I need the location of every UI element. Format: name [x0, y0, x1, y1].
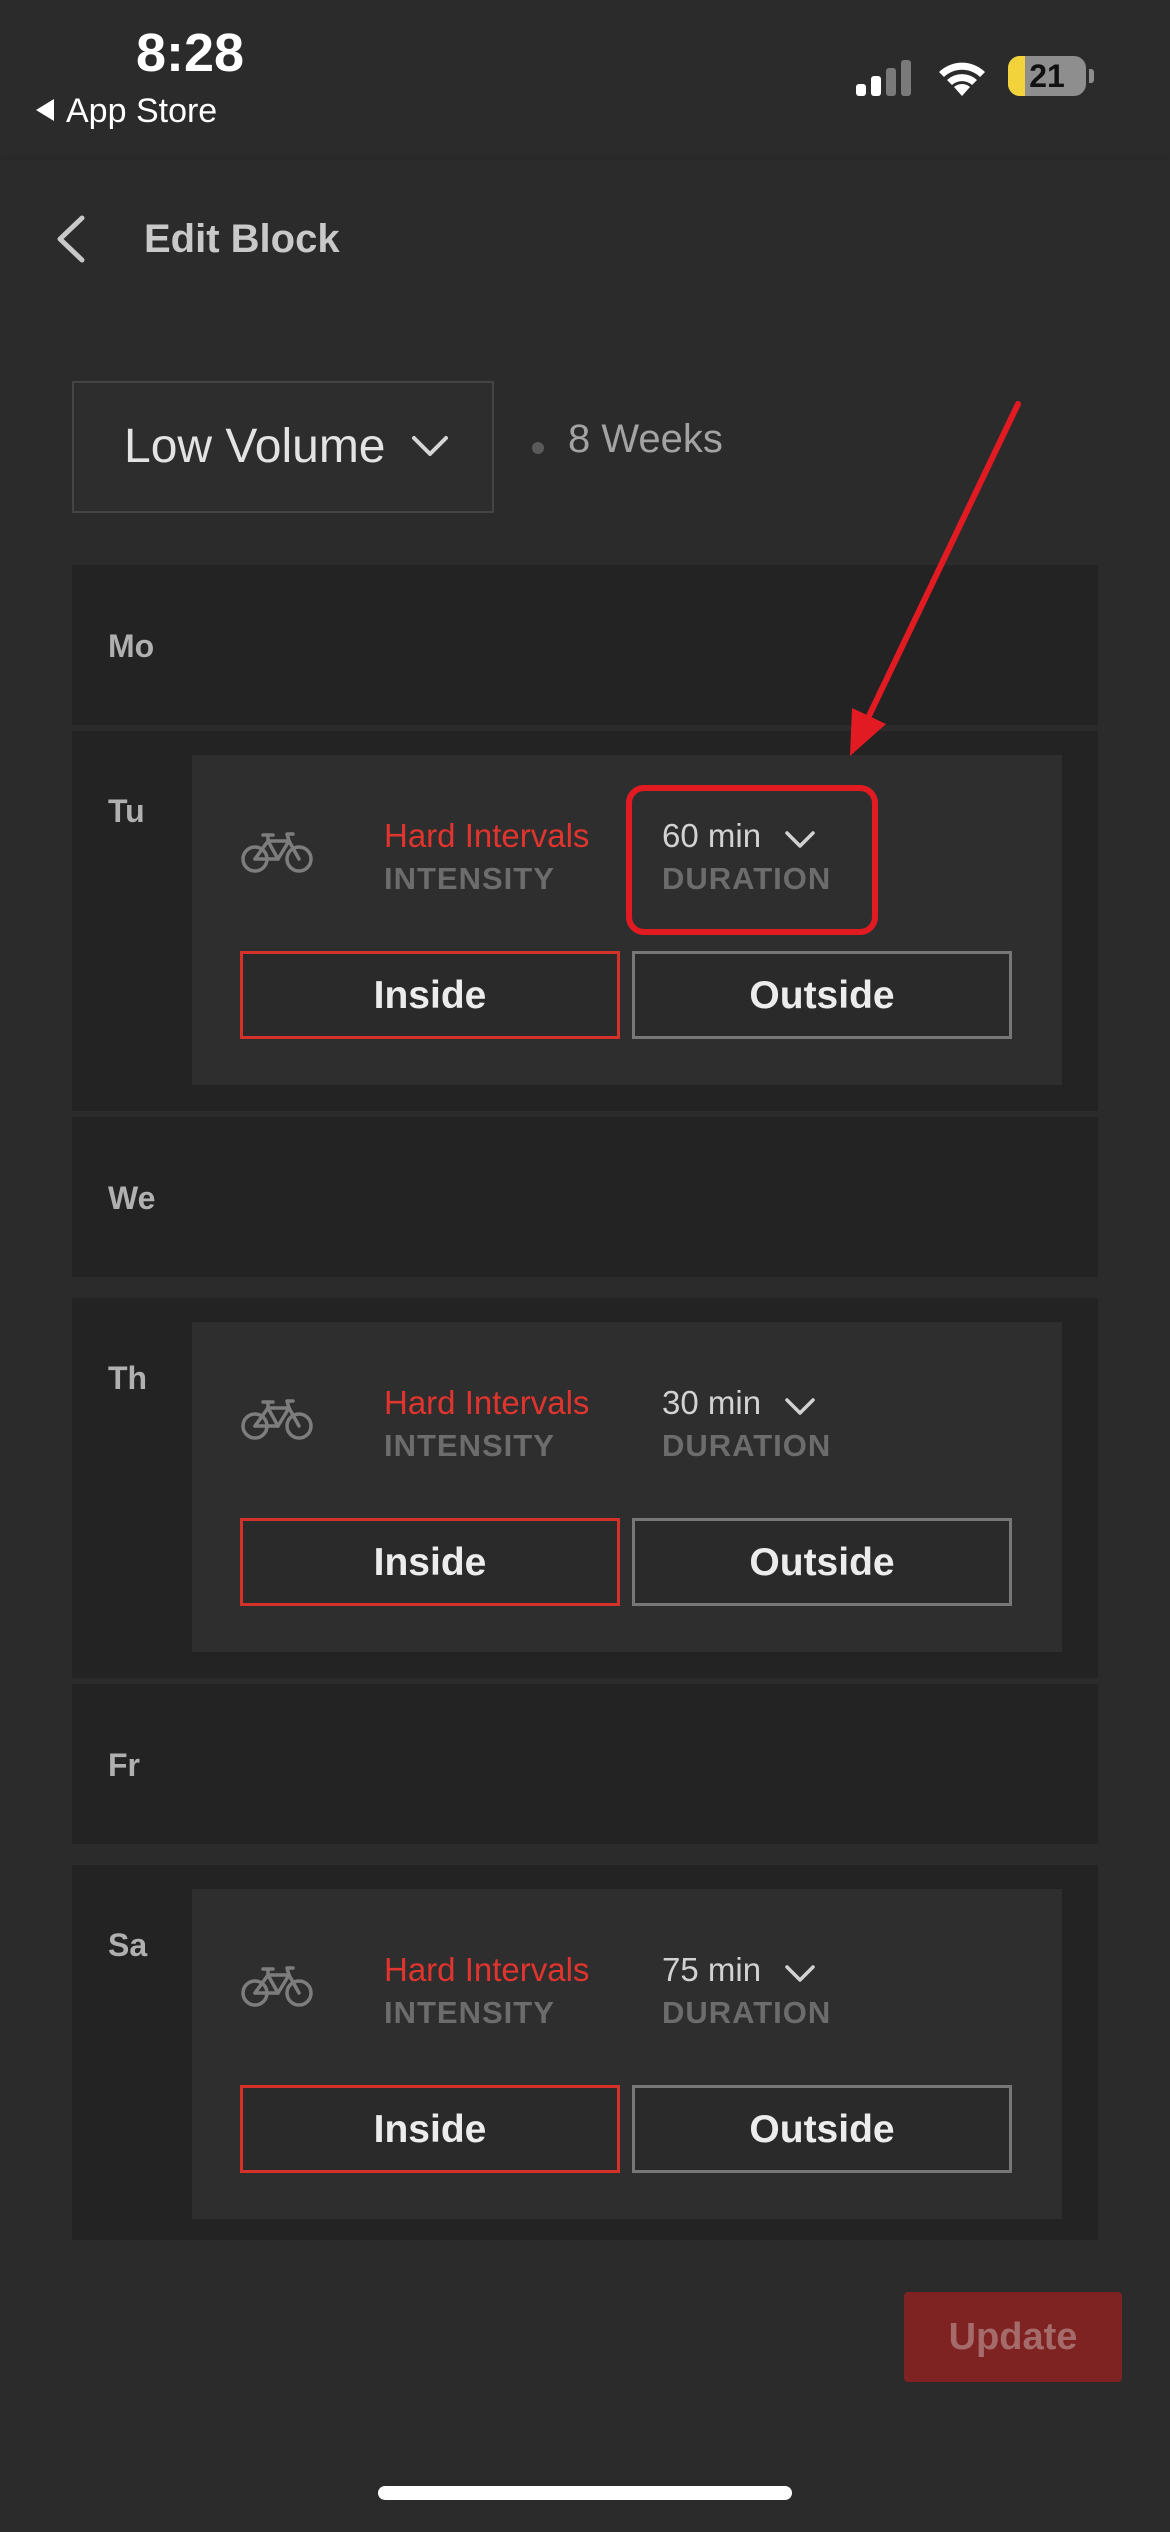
status-time: 8:28 [136, 23, 245, 83]
duration-highlight-box [626, 785, 878, 935]
outside-button[interactable]: Outside [632, 1518, 1012, 1606]
outside-button[interactable]: Outside [632, 951, 1012, 1039]
duration-caption: DURATION [662, 1995, 832, 2030]
battery-percent: 21 [1029, 58, 1065, 94]
chevron-down-icon [412, 436, 448, 456]
status-bar: 8:28 App Store 21 [0, 0, 1170, 140]
intensity-caption: INTENSITY [384, 1428, 555, 1463]
intensity-caption: INTENSITY [384, 861, 555, 896]
day-row-we: We [72, 1117, 1098, 1277]
day-row-th: Th Hard Intervals INTENSITY 30 min DURAT… [72, 1298, 1098, 1678]
day-label: We [108, 1180, 156, 1216]
intensity-value[interactable]: Hard Intervals [384, 1951, 589, 1989]
weeks-count: 8 Weeks [568, 417, 723, 461]
inside-button[interactable]: Inside [240, 1518, 620, 1606]
day-row-sa: Sa Hard Intervals INTENSITY 75 min DURAT… [72, 1865, 1098, 2240]
duration-dropdown[interactable]: 60 min [662, 817, 761, 855]
day-label: Tu [108, 793, 145, 829]
footer-bar: Update [0, 2240, 1170, 2532]
block-editor: Low Volume 8 Weeks Mo Tu Hard Intervals … [0, 325, 1170, 2240]
duration-dropdown[interactable]: 30 min [662, 1384, 761, 1422]
intensity-value[interactable]: Hard Intervals [384, 1384, 589, 1422]
update-button[interactable]: Update [904, 2292, 1122, 2382]
inside-button[interactable]: Inside [240, 2085, 620, 2173]
day-row-tu: Tu Hard Intervals INTENSITY 60 min DURAT… [72, 731, 1098, 1111]
bicycle-icon [241, 1966, 313, 2007]
bicycle-icon [241, 1399, 313, 1440]
home-indicator[interactable] [378, 2486, 792, 2500]
duration-caption: DURATION [662, 861, 832, 896]
duration-dropdown[interactable]: 75 min [662, 1951, 761, 1989]
day-label: Mo [108, 628, 155, 664]
intensity-value[interactable]: Hard Intervals [384, 817, 589, 855]
workout-card: Hard Intervals INTENSITY 30 min DURATION… [192, 1322, 1062, 1652]
back-to-app-store[interactable]: App Store [36, 92, 217, 131]
volume-label: Low Volume [124, 420, 386, 473]
back-triangle-icon [36, 99, 54, 122]
day-label: Sa [108, 1927, 148, 1963]
inside-button[interactable]: Inside [240, 951, 620, 1039]
page-title: Edit Block [144, 217, 340, 261]
intensity-caption: INTENSITY [384, 1995, 555, 2030]
app-header: Edit Block [0, 160, 1170, 325]
workout-card: Hard Intervals INTENSITY 60 min DURATION… [192, 755, 1062, 1085]
chevron-down-icon [785, 1965, 815, 1982]
volume-dropdown[interactable]: Low Volume [72, 381, 494, 513]
duration-caption: DURATION [662, 1428, 832, 1463]
day-label: Th [108, 1360, 148, 1396]
back-app-label: App Store [66, 92, 218, 130]
day-label: Fr [108, 1747, 140, 1783]
separator-dot [532, 442, 544, 454]
outside-button[interactable]: Outside [632, 2085, 1012, 2173]
bicycle-icon [241, 832, 313, 873]
wifi-icon [939, 62, 985, 96]
back-chevron-icon[interactable] [52, 212, 92, 266]
cellular-signal-icon [856, 58, 916, 96]
day-row-mo: Mo [72, 565, 1098, 725]
chevron-down-icon [785, 831, 815, 848]
battery-icon: 21 [1008, 56, 1086, 96]
chevron-down-icon [785, 1398, 815, 1415]
workout-card: Hard Intervals INTENSITY 75 min DURATION… [192, 1889, 1062, 2219]
day-row-fr: Fr [72, 1684, 1098, 1844]
